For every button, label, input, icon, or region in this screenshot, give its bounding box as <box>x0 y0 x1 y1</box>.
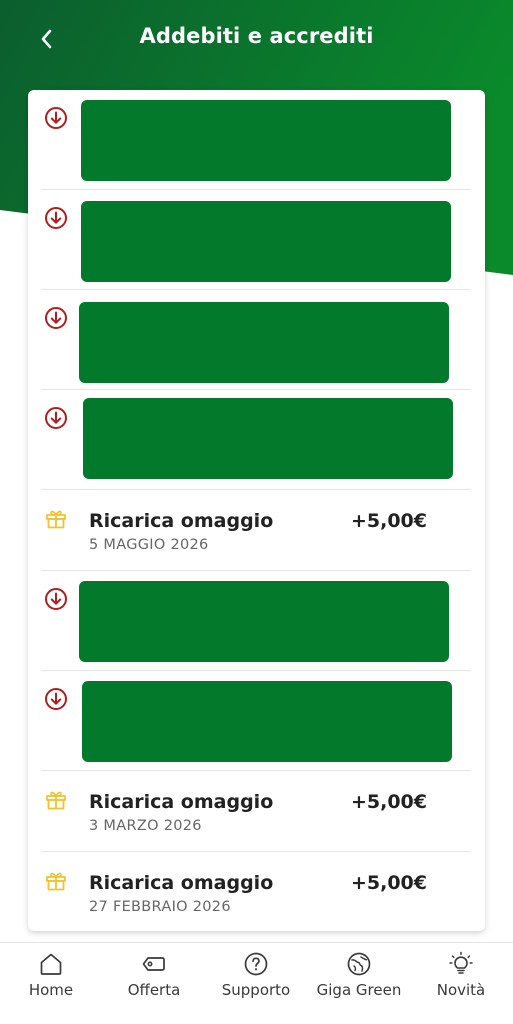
gift-icon <box>46 872 66 891</box>
transaction-title: Ricarica omaggio <box>89 510 274 532</box>
redacted-content <box>81 100 451 181</box>
transaction-date: 3 MARZO 2026 <box>89 818 202 834</box>
nav-item-offerta[interactable]: Offerta <box>103 951 205 999</box>
nav-label: Offerta <box>127 981 181 999</box>
globe-leaf-icon <box>347 952 371 976</box>
redacted-content <box>82 681 452 762</box>
nav-label: Home <box>28 981 74 999</box>
arrow-down-circle-icon <box>45 407 67 429</box>
transaction-amount: +5,00€ <box>350 510 427 532</box>
arrow-down-circle-icon <box>45 107 67 129</box>
transaction-title: Ricarica omaggio <box>89 791 274 813</box>
transaction-row[interactable]: Ricarica omaggio 3 MARZO 2026 +5,00€ <box>41 771 471 852</box>
arrow-down-circle-icon <box>45 688 67 710</box>
transaction-row[interactable] <box>41 90 471 190</box>
redacted-content <box>81 201 451 282</box>
nav-label: Giga Green <box>316 981 402 999</box>
gift-icon <box>46 791 66 810</box>
transaction-row[interactable] <box>41 671 471 771</box>
help-circle-icon <box>244 952 268 976</box>
nav-label: Supporto <box>221 981 291 999</box>
arrow-down-circle-icon <box>45 588 67 610</box>
gift-icon <box>46 510 66 529</box>
lightbulb-icon <box>449 951 473 974</box>
redacted-content <box>79 581 449 662</box>
app-screen: Addebiti e accrediti Ricarica omaggio 5 … <box>0 0 513 1024</box>
arrow-down-circle-icon <box>45 207 67 229</box>
nav-item-supporto[interactable]: Supporto <box>205 951 307 999</box>
transaction-row[interactable] <box>41 190 471 290</box>
transaction-row[interactable] <box>41 290 471 390</box>
transactions-card: Ricarica omaggio 5 MAGGIO 2026 +5,00€ Ri… <box>28 90 485 931</box>
nav-item-novita[interactable]: Novità <box>410 951 512 999</box>
transaction-title: Ricarica omaggio <box>89 872 274 894</box>
transaction-row[interactable]: Ricarica omaggio 5 MAGGIO 2026 +5,00€ <box>41 490 471 571</box>
transaction-date: 27 FEBBRAIO 2026 <box>89 899 231 915</box>
transaction-row[interactable]: Ricarica omaggio 27 FEBBRAIO 2026 +5,00€ <box>41 852 471 931</box>
redacted-content <box>79 302 449 383</box>
nav-label: Novità <box>436 981 486 999</box>
transaction-date: 5 MAGGIO 2026 <box>89 537 209 553</box>
transaction-amount: +5,00€ <box>350 791 427 813</box>
nav-item-home[interactable]: Home <box>0 951 102 999</box>
bottom-navigation: Home Offerta Supporto Giga Green Novità <box>0 942 513 1024</box>
transaction-row[interactable] <box>41 571 471 671</box>
nav-item-giga-green[interactable]: Giga Green <box>308 951 410 999</box>
transaction-row[interactable] <box>41 390 471 490</box>
transaction-amount: +5,00€ <box>350 872 427 894</box>
home-icon <box>40 953 62 975</box>
tag-icon <box>142 957 165 971</box>
page-title: Addebiti e accrediti <box>139 24 374 48</box>
arrow-down-circle-icon <box>45 307 67 329</box>
redacted-content <box>83 398 453 479</box>
